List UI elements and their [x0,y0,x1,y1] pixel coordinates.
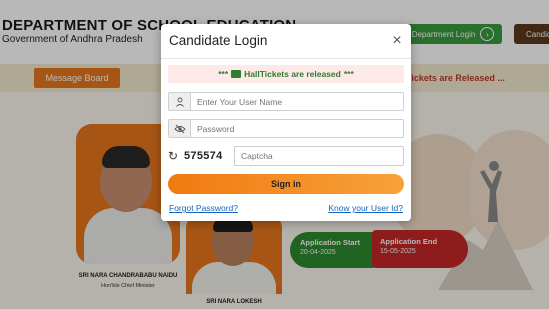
forgot-password-link[interactable]: Forgot Password? [169,203,238,213]
sign-in-button[interactable]: Sign in [168,174,404,194]
hallticket-notice: *** HallTickets are released *** [168,65,404,83]
notice-prefix: *** [218,69,229,79]
modal-title: Candidate Login [169,33,268,48]
captcha-code: 575574 [184,150,223,162]
captcha-row: ↻ 575574 [168,146,404,166]
password-field [168,119,404,138]
username-input[interactable] [191,93,403,110]
user-icon [169,93,191,110]
refresh-icon[interactable]: ↻ [168,149,178,163]
username-field [168,92,404,111]
password-input[interactable] [191,120,403,137]
know-user-id-link[interactable]: Know your User Id? [328,203,403,213]
notice-text: HallTickets are released [244,69,341,79]
close-icon[interactable]: × [389,33,405,49]
candidate-login-modal: Candidate Login × *** HallTickets are re… [161,24,411,221]
captcha-input[interactable] [234,146,404,166]
hallticket-icon [231,70,242,78]
modal-header: Candidate Login × [161,24,411,59]
eye-slash-icon[interactable] [169,120,191,137]
notice-suffix: *** [343,69,354,79]
